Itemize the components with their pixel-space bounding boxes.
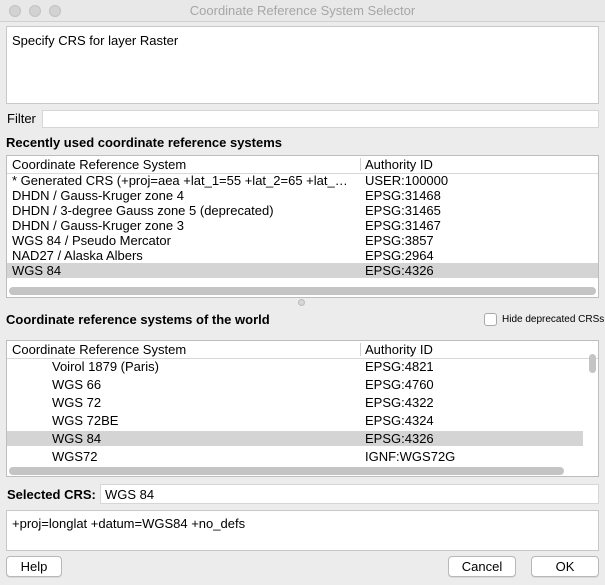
crs-name-cell: DHDN / Gauss-Kruger zone 4: [12, 188, 184, 203]
recent-crs-row[interactable]: DHDN / Gauss-Kruger zone 3 EPSG:31467: [7, 218, 598, 233]
description-box: Specify CRS for layer Raster: [6, 26, 599, 104]
column-header-crs[interactable]: Coordinate Reference System: [12, 157, 186, 172]
column-separator[interactable]: [360, 343, 361, 356]
world-crs-row[interactable]: WGS 72BE EPSG:4324: [7, 413, 583, 428]
help-button[interactable]: Help: [6, 556, 62, 577]
crs-name-cell: DHDN / 3-degree Gauss zone 5 (deprecated…: [12, 203, 274, 218]
authority-id-cell: IGNF:WGS72G: [365, 449, 456, 464]
column-separator[interactable]: [360, 158, 361, 171]
filter-label: Filter: [7, 111, 36, 126]
authority-id-cell: EPSG:4326: [365, 431, 434, 446]
crs-name-cell: Voirol 1879 (Paris): [52, 359, 159, 374]
world-crs-row[interactable]: WGS 84 EPSG:4326: [7, 431, 583, 446]
hide-deprecated-label[interactable]: Hide deprecated CRSs: [502, 314, 604, 325]
world-crs-header: Coordinate Reference System Authority ID: [7, 341, 598, 359]
recent-crs-table[interactable]: Coordinate Reference System Authority ID…: [6, 155, 599, 298]
crs-name-cell: WGS 66: [52, 377, 102, 392]
selected-crs-value: WGS 84: [105, 487, 155, 502]
world-vertical-scrollbar[interactable]: [589, 354, 596, 373]
hide-deprecated-checkbox[interactable]: [484, 313, 497, 326]
world-crs-row[interactable]: WGS 66 EPSG:4760: [7, 377, 583, 392]
crs-name-cell: * Generated CRS (+proj=aea +lat_1=55 +la…: [12, 173, 354, 188]
column-header-crs[interactable]: Coordinate Reference System: [12, 342, 186, 357]
world-crs-row[interactable]: WGS 72 EPSG:4322: [7, 395, 583, 410]
crs-name-cell: NAD27 / Alaska Albers: [12, 248, 143, 263]
ok-button[interactable]: OK: [531, 556, 599, 577]
column-header-authority-id[interactable]: Authority ID: [365, 157, 433, 172]
recent-crs-title: Recently used coordinate reference syste…: [6, 135, 283, 150]
authority-id-cell: EPSG:31468: [365, 188, 441, 203]
authority-id-cell: EPSG:4322: [365, 395, 434, 410]
filter-input[interactable]: [42, 110, 599, 128]
title-bar[interactable]: Coordinate Reference System Selector: [0, 0, 605, 22]
world-crs-title: Coordinate reference systems of the worl…: [6, 312, 270, 327]
proj-string-text: +proj=longlat +datum=WGS84 +no_defs: [12, 516, 246, 531]
recent-crs-row[interactable]: DHDN / 3-degree Gauss zone 5 (deprecated…: [7, 203, 598, 218]
crs-name-cell: WGS 84 / Pseudo Mercator: [12, 233, 171, 248]
crs-name-cell: WGS 84: [52, 431, 102, 446]
authority-id-cell: USER:100000: [365, 173, 449, 188]
authority-id-cell: EPSG:4324: [365, 413, 434, 428]
world-crs-row[interactable]: WGS72 IGNF:WGS72G: [7, 449, 583, 464]
recent-crs-row[interactable]: DHDN / Gauss-Kruger zone 4 EPSG:31468: [7, 188, 598, 203]
splitter-handle[interactable]: [298, 299, 305, 306]
selected-crs-field: WGS 84: [100, 484, 599, 504]
description-text: Specify CRS for layer Raster: [12, 33, 179, 48]
recent-crs-row[interactable]: * Generated CRS (+proj=aea +lat_1=55 +la…: [7, 173, 598, 188]
world-horizontal-scrollbar[interactable]: [9, 467, 564, 475]
authority-id-cell: EPSG:3857: [365, 233, 434, 248]
crs-name-cell: WGS 72BE: [52, 413, 119, 428]
proj-string-box: +proj=longlat +datum=WGS84 +no_defs: [6, 510, 599, 551]
recent-horizontal-scrollbar[interactable]: [9, 287, 596, 295]
authority-id-cell: EPSG:31465: [365, 203, 441, 218]
world-crs-table[interactable]: Coordinate Reference System Authority ID…: [6, 340, 599, 477]
recent-crs-row[interactable]: WGS 84 EPSG:4326: [7, 263, 598, 278]
authority-id-cell: EPSG:4821: [365, 359, 434, 374]
world-crs-row[interactable]: Voirol 1879 (Paris) EPSG:4821: [7, 359, 583, 374]
selected-crs-label: Selected CRS:: [7, 487, 96, 502]
authority-id-cell: EPSG:4760: [365, 377, 434, 392]
authority-id-cell: EPSG:2964: [365, 248, 434, 263]
window-title: Coordinate Reference System Selector: [189, 3, 416, 18]
cancel-button[interactable]: Cancel: [448, 556, 516, 577]
column-header-authority-id[interactable]: Authority ID: [365, 342, 433, 357]
authority-id-cell: EPSG:4326: [365, 263, 434, 278]
crs-name-cell: WGS 72: [52, 395, 102, 410]
crs-name-cell: DHDN / Gauss-Kruger zone 3: [12, 218, 184, 233]
crs-name-cell: WGS 84: [12, 263, 62, 278]
recent-crs-row[interactable]: WGS 84 / Pseudo Mercator EPSG:3857: [7, 233, 598, 248]
recent-crs-row[interactable]: NAD27 / Alaska Albers EPSG:2964: [7, 248, 598, 263]
recent-crs-header: Coordinate Reference System Authority ID: [7, 156, 598, 174]
crs-name-cell: WGS72: [52, 449, 98, 464]
authority-id-cell: EPSG:31467: [365, 218, 441, 233]
